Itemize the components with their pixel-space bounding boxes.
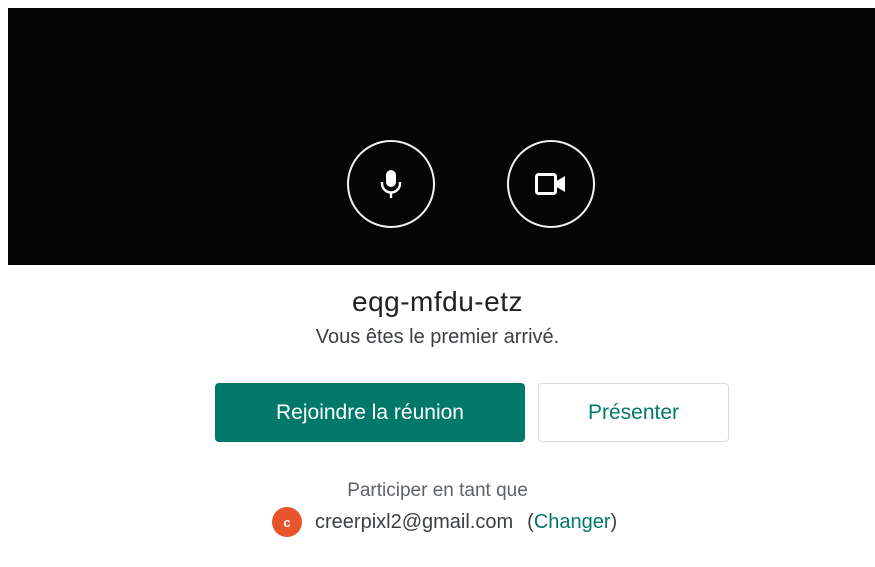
meeting-code: eqg-mfdu-etz	[352, 286, 523, 317]
join-meeting-button[interactable]: Rejoindre la réunion	[215, 383, 525, 442]
microphone-icon	[380, 170, 402, 198]
join-meeting-label: Rejoindre la réunion	[276, 400, 464, 424]
open-paren: (	[527, 510, 534, 533]
microphone-toggle-button[interactable]	[347, 140, 435, 228]
meet-join-screen: eqg-mfdu-etz Vous êtes le premier arrivé…	[0, 0, 875, 567]
account-row: c creerpixl2@gmail.com (Changer)	[272, 507, 617, 537]
close-paren: )	[610, 510, 618, 533]
camera-toggle-button[interactable]	[507, 140, 595, 228]
present-label: Présenter	[587, 400, 680, 424]
meeting-status-text: Vous êtes le premier arrivé.	[315, 326, 560, 348]
join-as-label: Participer en tant que	[347, 480, 528, 501]
change-account-wrapper: (Changer)	[527, 511, 617, 534]
camera-preview	[8, 8, 875, 265]
present-button[interactable]: Présenter	[538, 383, 729, 442]
avatar-letter: c	[283, 514, 291, 530]
account-email: creerpixl2@gmail.com	[315, 510, 514, 533]
avatar: c	[272, 507, 302, 537]
change-account-link[interactable]: Changer	[534, 511, 611, 533]
video-camera-icon	[535, 173, 565, 195]
